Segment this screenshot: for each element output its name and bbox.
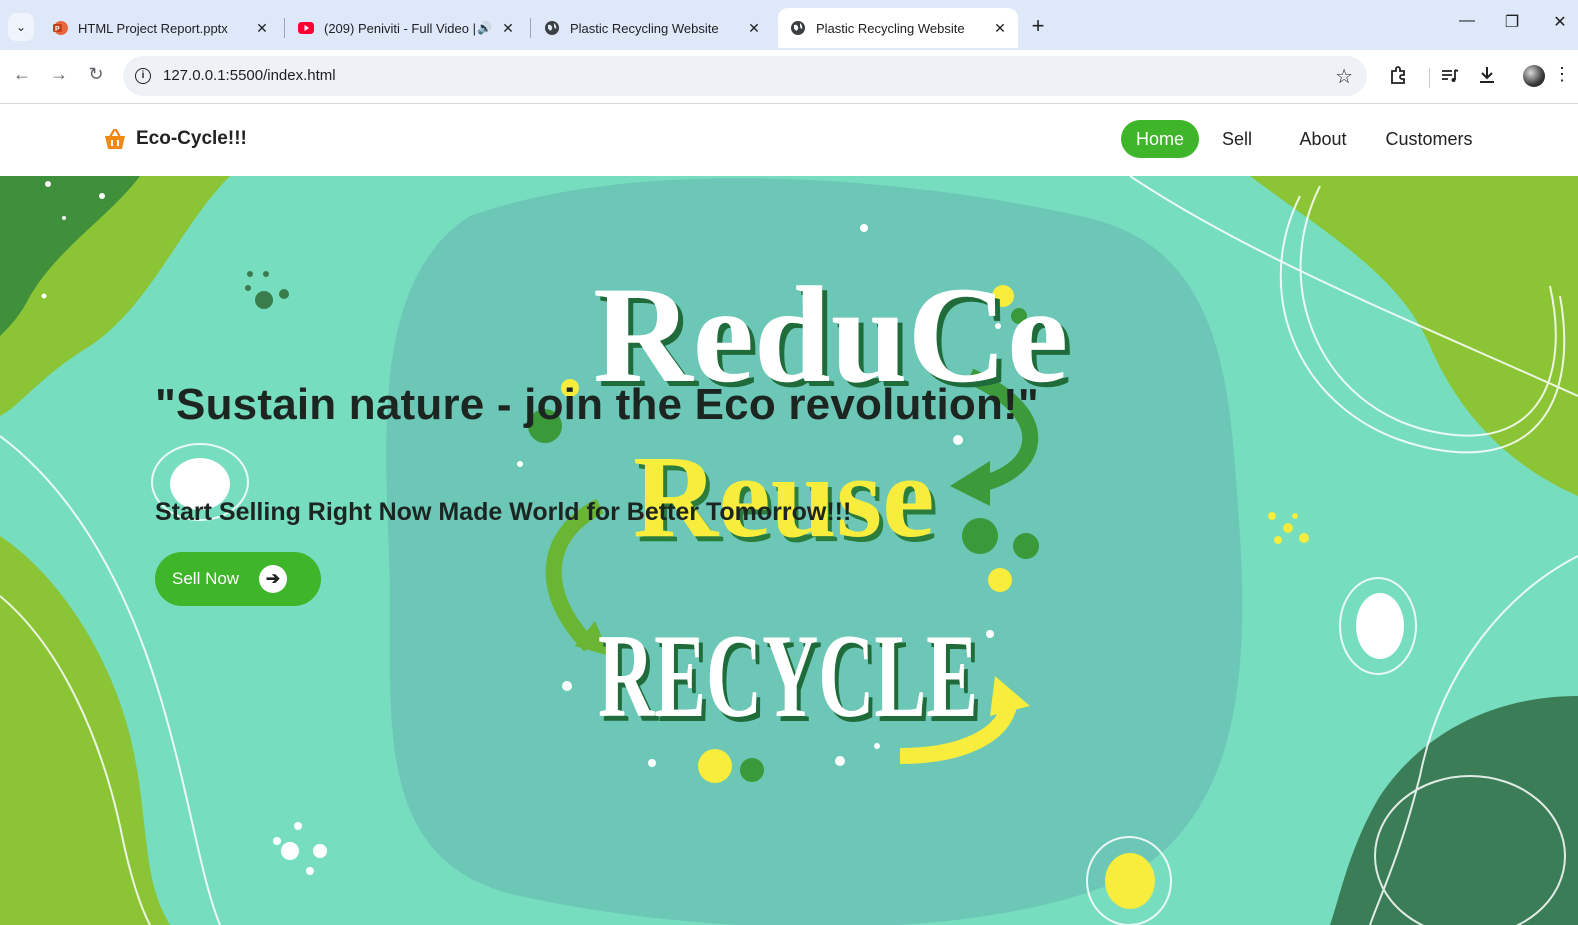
arrow-right-icon: ➔ bbox=[259, 565, 287, 593]
globe-icon bbox=[791, 21, 805, 35]
profile-avatar[interactable] bbox=[1523, 65, 1545, 87]
art-word-reuse: Reuse bbox=[633, 431, 935, 562]
logo-text: Eco-Cycle!!! bbox=[136, 128, 247, 149]
close-icon[interactable]: ✕ bbox=[250, 20, 274, 37]
extensions-icon[interactable] bbox=[1388, 66, 1408, 86]
restore-icon[interactable]: ❐ bbox=[1497, 12, 1527, 32]
site-logo[interactable]: Eco-Cycle!!! bbox=[104, 128, 247, 150]
close-icon[interactable]: ✕ bbox=[742, 20, 766, 37]
media-control-icon[interactable] bbox=[1441, 67, 1459, 85]
browser-tab-strip: ⌄ P HTML Project Report.pptx ✕ (209) Pen… bbox=[0, 0, 1578, 50]
tab-separator bbox=[530, 18, 531, 38]
download-icon[interactable] bbox=[1477, 65, 1497, 85]
powerpoint-icon: P bbox=[53, 21, 68, 35]
menu-kebab-icon[interactable]: ⋮ bbox=[1550, 64, 1574, 85]
speaker-icon[interactable]: 🔊 bbox=[477, 21, 492, 35]
site-info-icon[interactable]: i bbox=[135, 68, 151, 84]
sell-now-label: Sell Now bbox=[172, 569, 240, 588]
nav-home[interactable]: Home bbox=[1121, 120, 1199, 158]
hero-subtitle: Start Selling Right Now Made World for B… bbox=[155, 498, 852, 526]
back-icon[interactable]: ← bbox=[10, 64, 34, 85]
tab-plastic-recycling-active[interactable]: Plastic Recycling Website ✕ bbox=[778, 8, 1018, 48]
tab-plastic-recycling-1[interactable]: Plastic Recycling Website ✕ bbox=[532, 8, 772, 48]
sell-now-button[interactable]: Sell Now ➔ bbox=[155, 552, 321, 606]
hero-title: "Sustain nature - join the Eco revolutio… bbox=[155, 380, 1039, 429]
basket-icon bbox=[105, 128, 125, 149]
nav-customers[interactable]: Customers bbox=[1374, 120, 1484, 158]
art-word-recycle: RECYCLE bbox=[598, 609, 978, 742]
reload-icon[interactable]: ↻ bbox=[84, 64, 108, 85]
toolbar-divider bbox=[1429, 68, 1430, 88]
site-header: Eco-Cycle!!! Home Sell About Customers bbox=[0, 104, 1578, 177]
youtube-icon bbox=[298, 22, 314, 34]
tab-youtube-video[interactable]: (209) Peniviti - Full Video | A 🔊 ✕ bbox=[286, 8, 526, 48]
forward-icon[interactable]: → bbox=[47, 64, 71, 85]
tab-search-button[interactable]: ⌄ bbox=[8, 13, 34, 41]
minimize-icon[interactable]: — bbox=[1452, 12, 1482, 30]
globe-icon bbox=[545, 21, 559, 35]
close-icon[interactable]: ✕ bbox=[988, 20, 1012, 37]
svg-text:P: P bbox=[55, 26, 60, 33]
address-bar[interactable]: i 127.0.0.1:5500/index.html ☆ bbox=[123, 56, 1367, 96]
hero-section: ReduCe ReduCe Reuse Reuse RECYCLE RECYCL… bbox=[0, 176, 1578, 925]
browser-toolbar: ← → ↻ i 127.0.0.1:5500/index.html ☆ ⋮ bbox=[0, 50, 1578, 104]
nav-sell[interactable]: Sell bbox=[1213, 120, 1261, 158]
tab-separator bbox=[284, 18, 285, 38]
url-text[interactable]: 127.0.0.1:5500/index.html bbox=[163, 67, 336, 84]
nav-about[interactable]: About bbox=[1288, 120, 1358, 158]
bookmark-star-icon[interactable]: ☆ bbox=[1335, 64, 1353, 89]
tab-title: HTML Project Report.pptx bbox=[78, 20, 228, 36]
hero-background-art: ReduCe ReduCe Reuse Reuse RECYCLE RECYCL… bbox=[0, 176, 1578, 925]
tab-title: (209) Peniviti - Full Video | A bbox=[324, 20, 478, 36]
new-tab-button[interactable]: + bbox=[1027, 14, 1049, 38]
tab-title: Plastic Recycling Website bbox=[816, 20, 965, 36]
tab-html-project-report[interactable]: P HTML Project Report.pptx ✕ bbox=[40, 8, 280, 48]
window-close-icon[interactable]: ✕ bbox=[1545, 12, 1575, 32]
tab-title: Plastic Recycling Website bbox=[570, 20, 719, 36]
chevron-down-icon: ⌄ bbox=[15, 20, 27, 34]
close-icon[interactable]: ✕ bbox=[496, 20, 520, 37]
